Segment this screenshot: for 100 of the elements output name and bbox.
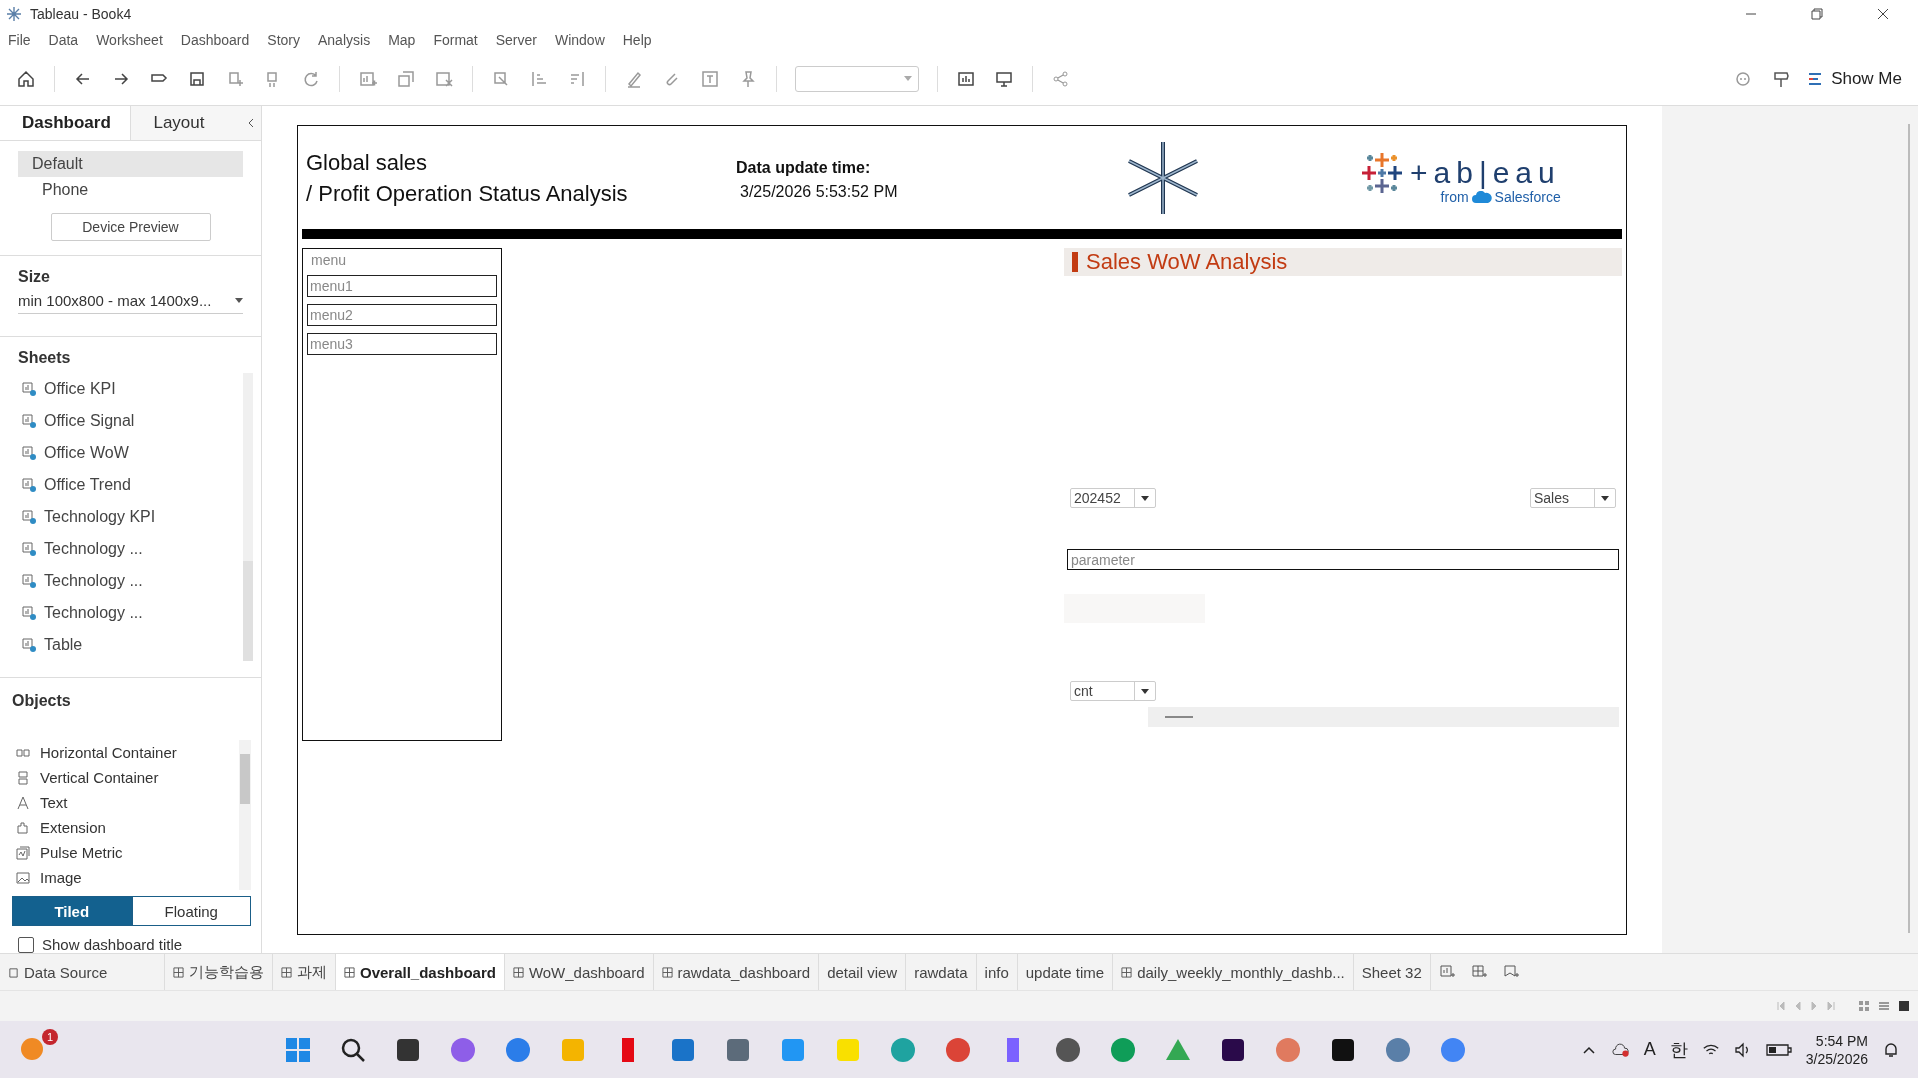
object-item[interactable]: Horizontal Container <box>40 744 177 761</box>
filter-dropdown[interactable]: 202452 <box>1070 488 1156 508</box>
app-icon <box>6 6 22 22</box>
sheet-item[interactable]: Office Trend <box>44 476 131 494</box>
menu-item[interactable]: Story <box>267 32 300 48</box>
navigation-icon[interactable] <box>1776 1001 1836 1011</box>
menu-item[interactable]: Data <box>48 32 79 48</box>
window-title: Tableau - Book4 <box>30 6 132 22</box>
letter-icon <box>16 795 30 810</box>
caret-icon <box>235 298 243 303</box>
container-icon <box>16 770 30 785</box>
input-method-indicator[interactable]: A <box>1643 1039 1656 1060</box>
sheet-item[interactable]: Technology ... <box>44 540 143 558</box>
size-dropdown[interactable]: min 100x800 - max 1400x9... <box>18 292 243 314</box>
checkbox[interactable] <box>18 936 34 953</box>
sheet-tab[interactable]: Overall_dashboard <box>336 954 505 990</box>
sheet-item[interactable]: Technology KPI <box>44 508 156 526</box>
scrollbar[interactable] <box>1148 707 1619 727</box>
object-item[interactable]: Text <box>40 794 68 811</box>
cloud-icon <box>1471 190 1492 203</box>
image-icon <box>16 870 30 885</box>
scrollbar[interactable] <box>1908 124 1910 933</box>
parameter-field[interactable]: parameter <box>1067 549 1619 570</box>
share-icon[interactable] <box>1051 68 1071 89</box>
text-box-icon[interactable] <box>700 68 720 89</box>
cross-cluster-icon <box>1360 150 1404 195</box>
list-icon <box>1809 72 1824 85</box>
menu-button[interactable]: menu2 <box>307 304 497 326</box>
sheet-item[interactable]: Office Signal <box>44 412 135 430</box>
menu-item[interactable]: Format <box>433 32 478 48</box>
menu-item[interactable]: Server <box>495 32 537 48</box>
scrollbar[interactable] <box>239 740 251 890</box>
update-label: Data update time: <box>736 158 872 177</box>
menu-item[interactable]: Help <box>622 32 652 48</box>
grid-icon <box>281 966 292 978</box>
collapse-icon[interactable] <box>247 118 255 128</box>
object-item[interactable]: Pulse Metric <box>40 844 123 861</box>
caret-icon <box>1141 688 1149 694</box>
close-icon[interactable] <box>1877 8 1889 20</box>
worksheet-icon <box>22 574 36 588</box>
section-title: Sales WoW Analysis <box>1086 249 1288 275</box>
worksheet-icon <box>22 542 36 556</box>
puzzle-icon <box>16 820 30 835</box>
home-icon[interactable] <box>16 68 36 89</box>
database-icon <box>8 966 19 978</box>
app-icon[interactable] <box>1054 1035 1083 1064</box>
sheet-item[interactable]: Office WoW <box>44 444 129 462</box>
accent-bar <box>1072 252 1078 272</box>
single-view-icon[interactable] <box>1898 1000 1910 1012</box>
start-icon[interactable] <box>284 1035 313 1064</box>
filter-dropdown[interactable]: Sales <box>1530 488 1616 508</box>
object-item[interactable]: Extension <box>40 819 106 836</box>
notification-badge: 1 <box>42 1028 58 1045</box>
battery-icon[interactable] <box>1765 1042 1792 1057</box>
menu-button[interactable]: menu3 <box>307 333 497 355</box>
sheet-item[interactable]: Office KPI <box>44 380 116 398</box>
panel-tab[interactable]: Layout <box>130 106 261 140</box>
worksheet-icon <box>22 510 36 524</box>
restore-icon[interactable] <box>1811 8 1823 20</box>
brand-text: Salesforce <box>1494 188 1561 205</box>
sheet-item[interactable]: Table <box>44 636 83 654</box>
menu-item[interactable]: Map <box>388 32 416 48</box>
menu-item[interactable]: Analysis <box>318 32 371 48</box>
list-view-icon[interactable] <box>1878 1000 1890 1012</box>
show-me-button[interactable]: Show Me <box>1809 68 1902 89</box>
new-worksheet-icon[interactable] <box>1438 964 1455 980</box>
notification-icon[interactable] <box>1882 1041 1900 1058</box>
pulse-icon <box>16 845 30 860</box>
menu-item[interactable]: Dashboard <box>180 32 250 48</box>
sheet-item[interactable]: Technology ... <box>44 572 143 590</box>
sheet-item[interactable]: Technology ... <box>44 604 143 622</box>
grid-icon <box>1121 966 1133 978</box>
input-method-indicator[interactable]: 한 <box>1669 1037 1688 1062</box>
device-item[interactable]: Default <box>18 151 243 177</box>
placement-toggle[interactable]: Tiled <box>12 896 132 926</box>
duplicate-icon[interactable] <box>396 68 416 89</box>
cloud-icon[interactable] <box>1611 1041 1630 1058</box>
scrollbar[interactable] <box>243 373 253 661</box>
new-story-icon[interactable] <box>1502 964 1519 980</box>
clock-date[interactable]: 3/25/2026 <box>1805 1049 1868 1068</box>
worksheet-icon <box>22 478 36 492</box>
object-item[interactable]: Image <box>40 869 82 886</box>
device-item[interactable]: Phone <box>18 177 243 203</box>
clock-time[interactable]: 5:54 PM <box>1815 1031 1868 1050</box>
grid-icon <box>344 966 355 978</box>
device-preview-button[interactable]: Device Preview <box>50 213 211 241</box>
worksheet-icon <box>22 606 36 620</box>
worksheet-icon <box>22 638 36 652</box>
menu-item[interactable]: Worksheet <box>96 32 163 48</box>
placement-toggle[interactable]: Floating <box>131 896 251 926</box>
menu-item[interactable]: File <box>8 32 31 48</box>
filter-dropdown[interactable]: cnt <box>1070 681 1156 701</box>
grid-view-icon[interactable] <box>1858 1000 1870 1012</box>
caret-icon <box>1141 495 1149 501</box>
menu-button[interactable]: menu1 <box>307 275 497 297</box>
new-dashboard-icon[interactable] <box>1470 964 1487 980</box>
menu-item[interactable]: Window <box>554 32 605 48</box>
object-item[interactable]: Vertical Container <box>40 769 159 786</box>
caret-icon <box>1601 495 1609 501</box>
checkbox-label[interactable]: Show dashboard title <box>42 936 183 953</box>
